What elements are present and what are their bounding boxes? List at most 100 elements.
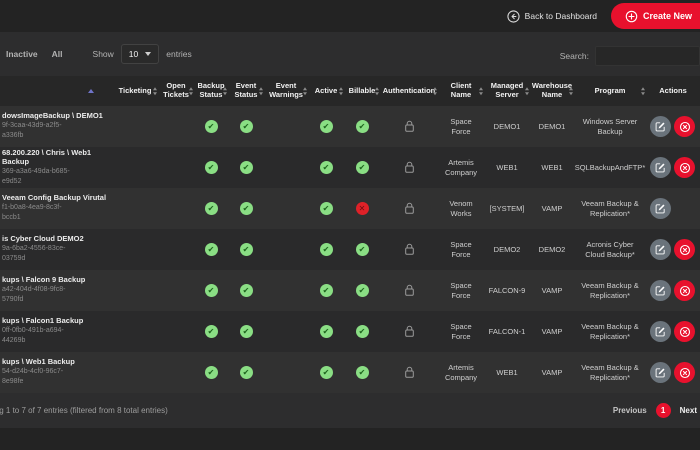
- managed-server-cell: FALCON-1: [488, 326, 526, 336]
- job-name: 68.200.220 \ Chris \ Web1: [2, 147, 92, 157]
- deactivate-button[interactable]: [674, 157, 695, 178]
- job-guid: 9a-6ba2-4556-83ce-: [2, 245, 66, 253]
- deactivate-button[interactable]: [674, 362, 695, 383]
- column-header-label: Program: [594, 85, 626, 95]
- back-to-dashboard-link[interactable]: Back to Dashboard: [507, 9, 597, 23]
- circle-x-icon: [679, 121, 690, 132]
- deactivate-button[interactable]: [674, 239, 695, 260]
- lock-icon: [404, 120, 414, 132]
- edit-button[interactable]: [650, 198, 671, 219]
- column-header-label: Actions: [659, 85, 687, 95]
- ticketing-cell: [112, 270, 158, 311]
- job-name-cell: is Cyber Cloud DEMO2 9a-6ba2-4556-83ce- 03…: [0, 229, 112, 270]
- page-size-value: 10: [128, 49, 139, 59]
- check-icon: ✔: [239, 161, 253, 174]
- deactivate-button[interactable]: [674, 321, 695, 342]
- edit-pencil-icon: [655, 327, 665, 337]
- column-header-event-status[interactable]: Event Status: [228, 76, 264, 106]
- chevron-down-icon: [145, 52, 152, 56]
- bottom-bar: [0, 428, 700, 450]
- event-warnings-cell: [264, 352, 308, 393]
- check-icon: ✔: [204, 243, 218, 256]
- ticketing-cell: [112, 352, 158, 393]
- edit-pencil-icon: [655, 122, 665, 132]
- table-footer: Showing 1 to 7 of 7 entries (filtered fr…: [0, 393, 700, 428]
- column-header-event-warnings[interactable]: Event Warnings: [264, 76, 308, 106]
- create-new-button[interactable]: Create New: [610, 3, 700, 29]
- ticketing-cell: [112, 229, 158, 270]
- job-guid: 8e98fe: [2, 378, 24, 386]
- active-cell: ✔: [308, 352, 344, 393]
- column-header-client-name[interactable]: Client Name: [438, 76, 484, 106]
- job-name-line2: Backup: [2, 157, 30, 167]
- authentication-cell: [380, 106, 438, 147]
- event-warnings-cell: [264, 270, 308, 311]
- lock-icon: [404, 325, 414, 337]
- edit-button[interactable]: [650, 362, 671, 383]
- edit-button[interactable]: [650, 239, 671, 260]
- managed-server-cell: DEMO1: [493, 121, 521, 131]
- job-name: kups \ Web1 Backup: [2, 357, 75, 367]
- column-header-program[interactable]: Program: [574, 76, 646, 106]
- job-name: is Cyber Cloud DEMO2: [2, 234, 84, 244]
- open-tickets-cell: [158, 229, 194, 270]
- managed-server-cell: WEB1: [496, 367, 518, 377]
- edit-button[interactable]: [650, 321, 671, 342]
- job-guid: bccb1: [2, 214, 21, 222]
- column-header-billable[interactable]: Billable: [344, 76, 380, 106]
- check-icon: ✔: [204, 120, 218, 133]
- check-icon: ✔: [239, 243, 253, 256]
- deactivate-button[interactable]: [674, 280, 695, 301]
- previous-page-button[interactable]: Previous: [613, 406, 647, 415]
- column-header-ticketing[interactable]: Ticketing: [112, 76, 158, 106]
- job-guid: e9d52: [2, 178, 22, 186]
- job-guid: f1-b0a8-4ea9-8c3f-: [2, 204, 62, 212]
- active-cell: ✔: [308, 188, 344, 229]
- managed-server-cell: FALCON-9: [488, 285, 526, 295]
- open-tickets-cell: [158, 352, 194, 393]
- entries-label: entries: [166, 49, 192, 59]
- check-icon: ✔: [319, 120, 333, 133]
- column-header-name[interactable]: [0, 76, 112, 106]
- table-row: is Cyber Cloud DEMO2 9a-6ba2-4556-83ce- 03…: [0, 229, 700, 270]
- column-header-managed-server[interactable]: Managed Server: [484, 76, 530, 106]
- authentication-cell: [380, 229, 438, 270]
- actions-cell: [646, 106, 700, 147]
- client-name-cell: Artemis Company: [444, 362, 478, 382]
- job-name-cell: kups \ Web1 Backup 54-d24b-4cf0-96c7- 8e98…: [0, 352, 112, 393]
- edit-button[interactable]: [650, 157, 671, 178]
- filter-all[interactable]: All: [52, 49, 63, 59]
- sort-icon: [303, 87, 307, 95]
- authentication-cell: [380, 147, 438, 188]
- job-guid: a336fb: [2, 132, 24, 140]
- edit-button[interactable]: [650, 116, 671, 137]
- page-number-button[interactable]: 1: [655, 403, 671, 418]
- lock-icon: [404, 161, 414, 173]
- column-header-active[interactable]: Active: [308, 76, 344, 106]
- page-size-select[interactable]: 10: [120, 44, 160, 64]
- top-bar: Back to Dashboard Create New: [0, 0, 700, 32]
- table-row: kups \ Falcon 9 Backup a42-404d-4f08-9fc8…: [0, 270, 700, 311]
- event-status-cell: ✔: [228, 229, 264, 270]
- job-name-cell: 68.200.220 \ Chris \ Web1 Backup 369-a3a6-…: [0, 147, 112, 188]
- column-header-warehouse-name[interactable]: Warehouse Name: [530, 76, 574, 106]
- warehouse-name-cell: DEMO2: [538, 244, 566, 254]
- client-name-cell: Space Force: [450, 239, 472, 259]
- next-page-button[interactable]: Next: [680, 406, 697, 415]
- active-cell: ✔: [308, 147, 344, 188]
- column-header-actions[interactable]: Actions: [646, 76, 700, 106]
- billable-cell: ✕: [344, 188, 380, 229]
- column-header-open-tickets[interactable]: Open Tickets: [158, 76, 194, 106]
- warehouse-name-cell: VAMP: [541, 326, 563, 336]
- check-icon: ✔: [319, 325, 333, 338]
- circle-x-icon: [679, 367, 690, 378]
- filter-inactive[interactable]: Inactive: [6, 49, 38, 59]
- search-input[interactable]: [595, 46, 700, 66]
- edit-button[interactable]: [650, 280, 671, 301]
- deactivate-button[interactable]: [674, 116, 695, 137]
- column-header-backup-status[interactable]: Backup Status: [194, 76, 228, 106]
- check-icon: ✔: [355, 243, 369, 256]
- table-body: dowsImageBackup \ DEMO1 9f-3caa-43d9-a2f5…: [0, 106, 700, 393]
- column-header-authentication[interactable]: Authentication: [380, 76, 438, 106]
- program-cell: Acronis Cyber Cloud Backup*: [585, 239, 635, 259]
